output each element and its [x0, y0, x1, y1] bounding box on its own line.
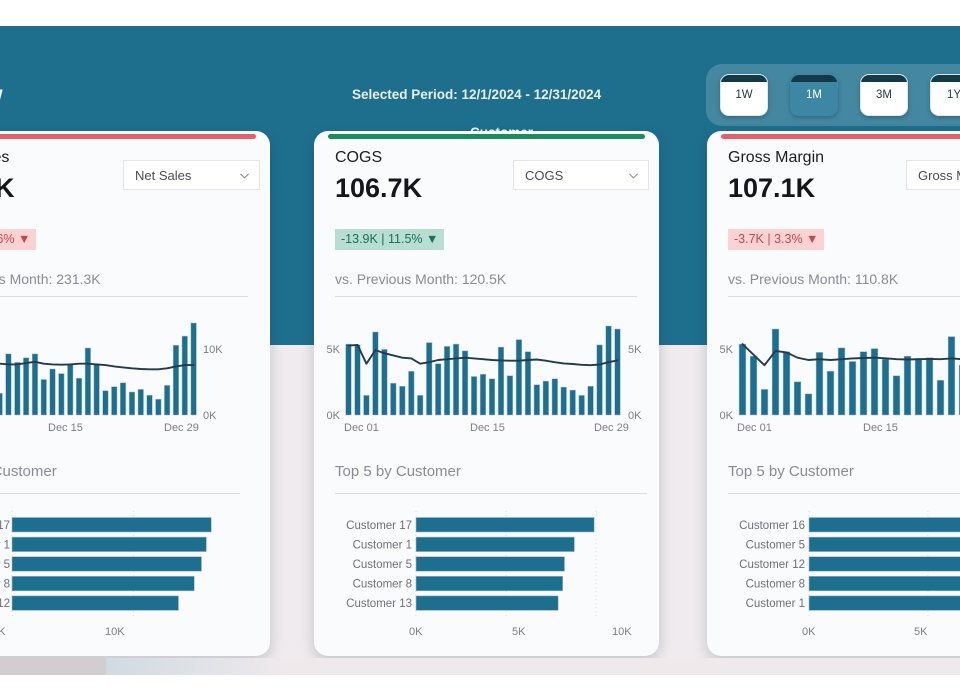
svg-text:Dec 29: Dec 29	[164, 422, 199, 434]
svg-text:Customer 12: Customer 12	[739, 559, 805, 571]
measure-select-gross-margin[interactable]: Gross M	[906, 160, 960, 190]
kpi-previous-label: vs. Previous Month: 120.5K	[335, 271, 507, 287]
svg-text:Dec 15: Dec 15	[863, 422, 898, 434]
top5-chart-cogs: Customer 17 Customer 1 Customer 5 Customer …	[324, 503, 649, 643]
top5-section-rule	[335, 493, 647, 494]
svg-text:10K: 10K	[203, 344, 223, 356]
svg-text:r 1: r 1	[0, 539, 10, 551]
top5-section-title: Top 5 by Customer	[335, 463, 461, 480]
svg-text:Dec 01: Dec 01	[344, 422, 379, 434]
trend-chart-net-sales: 10K 0K Dec 15 Dec 29	[0, 309, 260, 454]
svg-text:Customer 1: Customer 1	[746, 598, 805, 610]
top5-section-title: Top 5 by Customer	[728, 463, 854, 480]
top5-chart-net-sales: 17 r 1 r 5 r 8 12 0K 10K	[0, 503, 255, 643]
measure-select-value: COGS	[525, 167, 564, 183]
svg-text:Customer 17: Customer 17	[346, 520, 412, 532]
measure-select-value: Net Sales	[135, 167, 192, 183]
svg-text:5K: 5K	[914, 626, 928, 638]
kpi-title: ales	[0, 149, 10, 166]
svg-text:0K: 0K	[327, 410, 341, 422]
svg-text:10K: 10K	[105, 626, 125, 638]
kpi-value: 107.1K	[728, 173, 816, 203]
page-title: ive Overview	[0, 82, 3, 107]
kpi-previous-label: ious Month: 231.3K	[0, 271, 101, 287]
kpi-card-net-sales[interactable]: ales 3K 7.6% ▼ ious Month: 231.3K Net Sa…	[0, 131, 270, 656]
period-button-3m[interactable]: 3M	[860, 74, 908, 116]
svg-text:5K: 5K	[720, 344, 734, 356]
svg-text:Dec 29: Dec 29	[594, 422, 629, 434]
kpi-title: COGS	[335, 149, 383, 166]
svg-text:r 5: r 5	[0, 559, 10, 571]
svg-text:0K: 0K	[203, 410, 217, 422]
period-button-1m[interactable]: 1M	[790, 74, 838, 116]
svg-text:0K: 0K	[409, 626, 423, 638]
measure-select-cogs[interactable]: COGS	[513, 160, 649, 190]
svg-text:0K: 0K	[802, 626, 816, 638]
top5-chart-gross-margin: Customer 16 Customer 5 Customer 12 Customer…	[717, 503, 960, 643]
kpi-delta-badge: -13.9K | 11.5% ▼	[335, 229, 445, 250]
svg-text:Customer 1: Customer 1	[353, 539, 412, 551]
top5-section-rule	[728, 493, 960, 494]
svg-text:5K: 5K	[327, 344, 341, 356]
chevron-down-icon	[240, 173, 249, 179]
card-divider	[728, 296, 960, 297]
scrollbar-fade	[106, 658, 286, 675]
top5-section-rule	[0, 493, 240, 494]
card-divider	[0, 296, 248, 297]
svg-text:Dec 15: Dec 15	[48, 422, 83, 434]
kpi-value: 106.7K	[335, 173, 423, 203]
kpi-delta-badge: 7.6% ▼	[0, 229, 37, 250]
svg-text:10K: 10K	[612, 626, 632, 638]
kpi-previous-label: vs. Previous Month: 110.8K	[728, 271, 899, 287]
dashboard-root: ive Overview Selected Period: 12/1/2024 …	[0, 0, 960, 700]
bottom-white-strip	[0, 675, 960, 700]
top-white-strip	[0, 0, 960, 26]
trend-chart-cogs: 5K 0K 5K 0K Dec 01 Dec 15 Dec 29	[322, 309, 652, 454]
svg-text:Customer 8: Customer 8	[353, 579, 412, 591]
svg-text:12: 12	[0, 598, 10, 610]
card-divider	[335, 296, 637, 297]
kpi-title: Gross Margin	[728, 149, 825, 166]
kpi-card-gross-margin[interactable]: Gross Margin 107.1K -3.7K | 3.3% ▼ vs. P…	[707, 131, 960, 656]
selected-period-label: Selected Period: 12/1/2024 - 12/31/2024	[352, 87, 602, 102]
trend-chart-gross-margin: 5K 0K Dec 01 Dec 15	[715, 309, 960, 454]
kpi-card-cogs[interactable]: COGS 106.7K -13.9K | 11.5% ▼ vs. Previou…	[314, 131, 659, 656]
period-toggle-group: 1W 1M 3M 1Y	[706, 64, 960, 126]
period-button-1y[interactable]: 1Y	[930, 74, 960, 116]
kpi-value: 3K	[0, 173, 15, 203]
measure-select-value: Gross M	[918, 167, 960, 183]
svg-text:0K: 0K	[0, 626, 6, 638]
svg-text:5K: 5K	[628, 344, 642, 356]
svg-text:Customer 8: Customer 8	[746, 579, 805, 591]
horizontal-scrollbar-thumb[interactable]	[0, 658, 106, 675]
svg-text:Customer 5: Customer 5	[353, 559, 412, 571]
svg-text:0K: 0K	[720, 410, 734, 422]
svg-text:Dec 15: Dec 15	[470, 422, 505, 434]
svg-text:Customer 13: Customer 13	[346, 598, 412, 610]
chevron-down-icon	[629, 173, 638, 179]
svg-text:17: 17	[0, 520, 10, 532]
period-button-1w[interactable]: 1W	[720, 74, 768, 116]
svg-text:Customer 5: Customer 5	[746, 539, 805, 551]
measure-select-net-sales[interactable]: Net Sales	[123, 160, 260, 190]
svg-text:r 8: r 8	[0, 579, 10, 591]
svg-text:Dec 01: Dec 01	[737, 422, 772, 434]
top5-section-title: y Customer	[0, 463, 57, 480]
svg-text:Customer 16: Customer 16	[739, 520, 805, 532]
svg-text:0K: 0K	[628, 410, 642, 422]
svg-text:5K: 5K	[512, 626, 526, 638]
kpi-delta-badge: -3.7K | 3.3% ▼	[728, 229, 825, 250]
